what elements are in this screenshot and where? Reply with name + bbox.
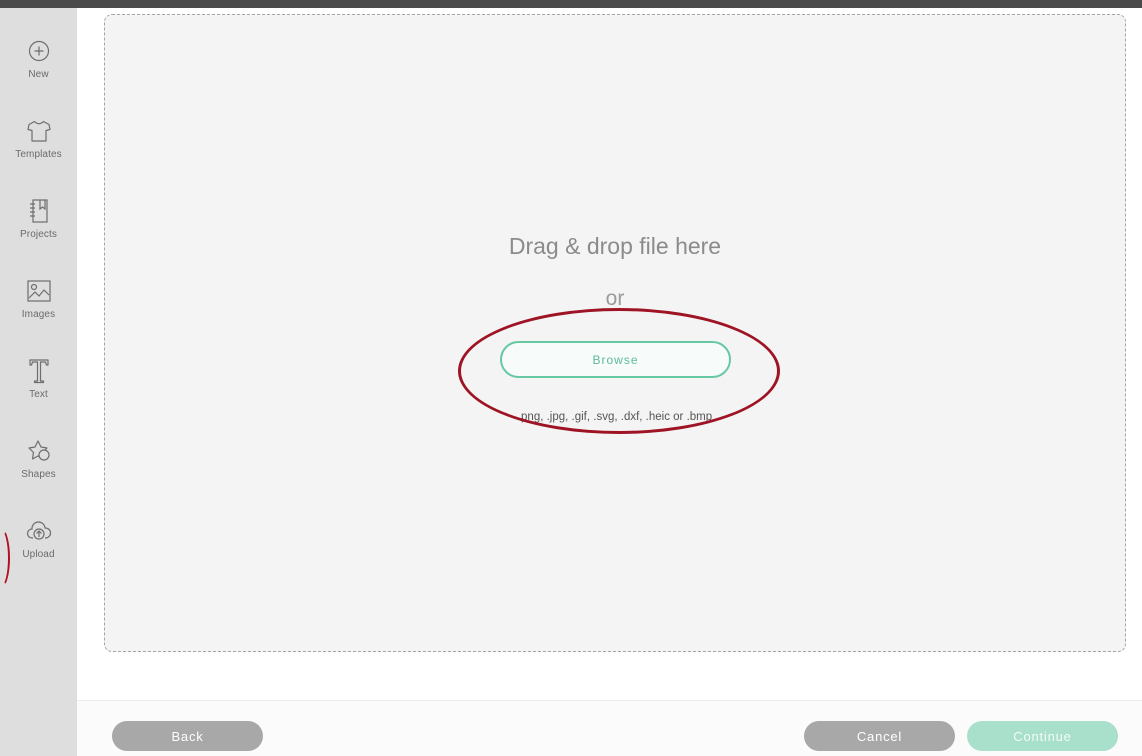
- sidebar-item-label: Shapes: [21, 469, 56, 480]
- sidebar-item-label: Upload: [22, 549, 55, 560]
- notebook-icon: [25, 196, 53, 226]
- plus-circle-icon: [25, 36, 53, 66]
- sidebar-item-new[interactable]: New: [0, 18, 77, 90]
- sidebar-item-shapes[interactable]: Shapes: [0, 418, 77, 490]
- dropzone-title: Drag & drop file here: [508, 233, 722, 259]
- sidebar-item-label: Projects: [20, 229, 57, 240]
- cloud-upload-icon: [25, 516, 53, 546]
- supported-formats-text: .png, .jpg, .gif, .svg, .dxf, .heic or .…: [517, 411, 713, 423]
- shirt-icon: [25, 116, 53, 146]
- sidebar-item-images[interactable]: Images: [0, 258, 77, 330]
- sidebar-item-label: Images: [21, 309, 56, 320]
- sidebar-item-label: New: [28, 69, 49, 80]
- shapes-icon: [25, 436, 53, 466]
- text-t-icon: [25, 356, 53, 386]
- upload-main-area: Drag & drop file here or Browse .png, .j…: [77, 8, 1142, 756]
- image-icon: [25, 276, 53, 306]
- continue-button[interactable]: Continue: [967, 721, 1118, 751]
- left-sidebar: New Templates Projects Images Text Shape…: [0, 8, 77, 756]
- back-button[interactable]: Back: [112, 721, 263, 751]
- file-dropzone[interactable]: Drag & drop file here or Browse .png, .j…: [104, 14, 1126, 652]
- sidebar-item-upload[interactable]: Upload: [0, 498, 77, 570]
- top-bar: [0, 0, 1142, 8]
- sidebar-item-label: Text: [29, 389, 48, 400]
- browse-button[interactable]: Browse: [500, 341, 731, 378]
- sidebar-item-text[interactable]: Text: [0, 338, 77, 410]
- sidebar-item-label: Templates: [15, 149, 62, 160]
- sidebar-item-projects[interactable]: Projects: [0, 178, 77, 250]
- sidebar-item-templates[interactable]: Templates: [0, 98, 77, 170]
- cancel-button[interactable]: Cancel: [804, 721, 955, 751]
- dropzone-or-text: or: [605, 287, 625, 310]
- footer-bar: Back Cancel Continue: [77, 700, 1142, 756]
